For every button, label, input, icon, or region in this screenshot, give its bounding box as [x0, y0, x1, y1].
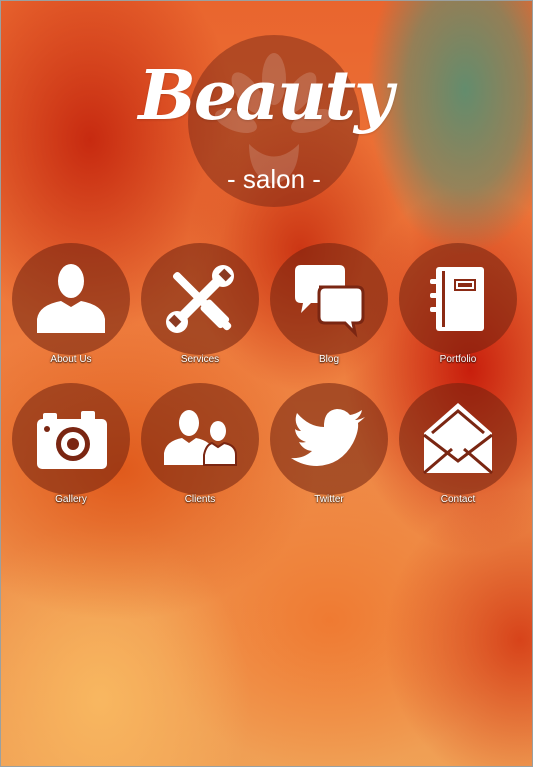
- tile-services-circle[interactable]: [141, 243, 259, 355]
- tile-clients-circle[interactable]: [141, 383, 259, 495]
- tile-services-label: Services: [180, 354, 220, 365]
- tile-blog-label: Blog: [318, 354, 339, 365]
- tile-blog[interactable]: Blog: [270, 243, 388, 369]
- tile-clients-label: Clients: [184, 494, 216, 505]
- tile-twitter-label: Twitter: [314, 494, 344, 505]
- tile-portfolio-circle[interactable]: [399, 243, 517, 355]
- tile-contact-label: Contact: [440, 494, 476, 505]
- tile-about-us-circle[interactable]: [12, 243, 130, 355]
- tools-icon: [166, 265, 234, 333]
- tile-twitter-circle[interactable]: [270, 383, 388, 495]
- tile-about-us-label: About Us: [50, 354, 92, 365]
- logo-title: Beauty: [138, 56, 393, 136]
- person-icon: [37, 264, 105, 333]
- tile-about-us[interactable]: About Us: [12, 243, 130, 369]
- envelope-icon: [423, 403, 493, 475]
- tile-portfolio-label: Portfolio: [439, 354, 477, 365]
- tile-gallery-label: Gallery: [55, 494, 87, 505]
- logo-subtitle: - salon -: [227, 164, 321, 194]
- tile-gallery-circle[interactable]: [12, 383, 130, 495]
- tile-clients[interactable]: Clients: [141, 383, 259, 509]
- tile-contact-circle[interactable]: [399, 383, 517, 495]
- tile-blog-circle[interactable]: [270, 243, 388, 355]
- chat-bubbles-icon: [295, 265, 365, 338]
- twitter-bird-icon: [291, 409, 365, 466]
- camera-icon: [37, 411, 107, 469]
- people-icon: [164, 410, 237, 466]
- tile-services[interactable]: Services: [141, 243, 259, 369]
- tile-gallery[interactable]: Gallery: [12, 383, 130, 509]
- notebook-icon: [430, 267, 484, 331]
- tile-contact[interactable]: Contact: [399, 383, 517, 509]
- tile-portfolio[interactable]: Portfolio: [399, 243, 517, 369]
- tile-twitter[interactable]: Twitter: [270, 383, 388, 509]
